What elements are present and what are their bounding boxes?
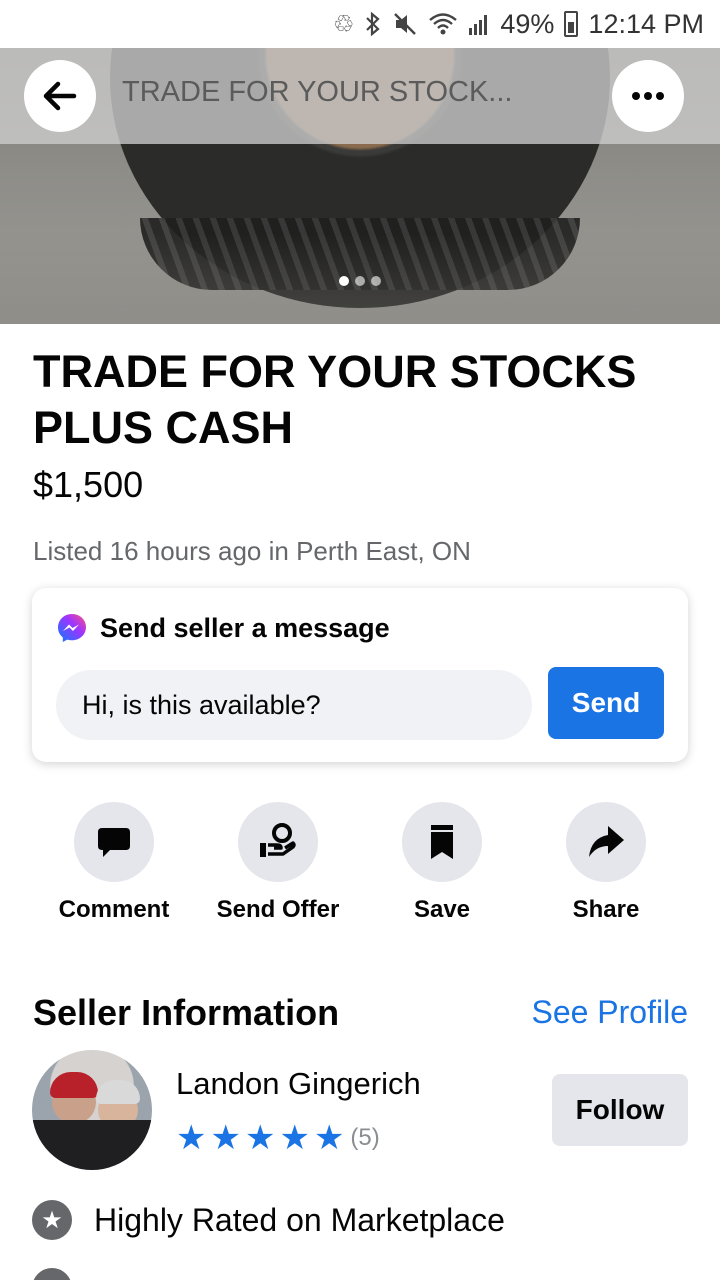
avatar-hat-left — [50, 1072, 98, 1098]
arrow-left-icon — [43, 81, 77, 111]
save-label: Save — [413, 896, 471, 923]
star-icon: ★ — [313, 1119, 345, 1157]
send-offer-label: Send Offer — [216, 896, 340, 923]
back-button[interactable] — [24, 60, 96, 132]
listing-photo-carousel[interactable]: TRADE FOR YOUR STOCK... — [0, 48, 720, 324]
comment-button[interactable]: Comment — [32, 802, 196, 924]
listing-price: $1,500 — [33, 464, 144, 505]
battery-icon — [564, 11, 579, 37]
comment-label: Comment — [58, 896, 170, 923]
star-icon: ★ — [279, 1119, 310, 1157]
status-bar: ♲ 49% 12:14 PM — [0, 0, 720, 48]
message-heading-label: Send seller a message — [100, 612, 390, 643]
carousel-dot[interactable] — [355, 276, 365, 286]
recycle-icon: ♲ — [332, 10, 355, 38]
message-heading: Send seller a message — [56, 612, 390, 644]
seller-info-heading: Seller Information — [33, 992, 340, 1033]
carousel-indicators — [0, 276, 720, 286]
seller-avatar[interactable] — [32, 1050, 152, 1170]
seller-badge-row: ★ Highly Rated on Marketplace — [32, 1200, 505, 1240]
share-button[interactable]: Share — [524, 802, 688, 924]
battery-percent: 49% — [500, 8, 555, 39]
star-icon: ★ — [244, 1119, 276, 1157]
see-profile-link[interactable]: See Profile — [531, 994, 688, 1031]
carousel-dot[interactable] — [339, 276, 349, 286]
offer-icon — [238, 802, 318, 882]
avatar-jackets — [32, 1120, 152, 1170]
header-title: TRADE FOR YOUR STOCK... — [122, 76, 513, 108]
action-row: Comment Send Offer Save Share — [32, 802, 688, 924]
signal-icon — [468, 9, 490, 39]
next-row-icon — [32, 1268, 72, 1280]
share-icon — [566, 802, 646, 882]
bluetooth-icon — [364, 9, 382, 39]
seller-name[interactable]: Landon Gingerich — [176, 1066, 421, 1102]
seller-rating: ★ ★ ★ ★ ★ (5) — [176, 1120, 380, 1156]
more-dots-icon — [632, 92, 664, 100]
avatar-hat-right — [96, 1080, 140, 1104]
rating-count: (5) — [350, 1124, 380, 1151]
message-input-value: Hi, is this available? — [82, 690, 321, 720]
send-offer-button[interactable]: Send Offer — [196, 802, 360, 924]
listing-meta: Listed 16 hours ago in Perth East, ON — [33, 536, 471, 566]
carousel-dot[interactable] — [371, 276, 381, 286]
save-button[interactable]: Save — [360, 802, 524, 924]
clock: 12:14 PM — [588, 8, 704, 39]
send-button[interactable]: Send — [548, 667, 664, 739]
star-icon: ★ — [176, 1119, 207, 1157]
star-badge-icon: ★ — [32, 1200, 72, 1240]
seller-badge-label: Highly Rated on Marketplace — [94, 1201, 505, 1238]
bookmark-icon — [402, 802, 482, 882]
message-seller-card: Send seller a message Hi, is this availa… — [32, 588, 688, 762]
listing-title: TRADE FOR YOUR STOCKS PLUS CASH — [33, 346, 637, 453]
more-options-button[interactable] — [612, 60, 684, 132]
comment-icon — [74, 802, 154, 882]
follow-button[interactable]: Follow — [552, 1074, 688, 1146]
wifi-icon — [428, 9, 458, 39]
mute-icon — [392, 9, 418, 39]
share-label: Share — [572, 896, 640, 923]
listing-details: TRADE FOR YOUR STOCKS PLUS CASH $1,500 L… — [33, 344, 693, 567]
messenger-icon — [58, 614, 86, 642]
message-input[interactable]: Hi, is this available? — [56, 670, 532, 740]
star-icon: ★ — [210, 1119, 241, 1157]
